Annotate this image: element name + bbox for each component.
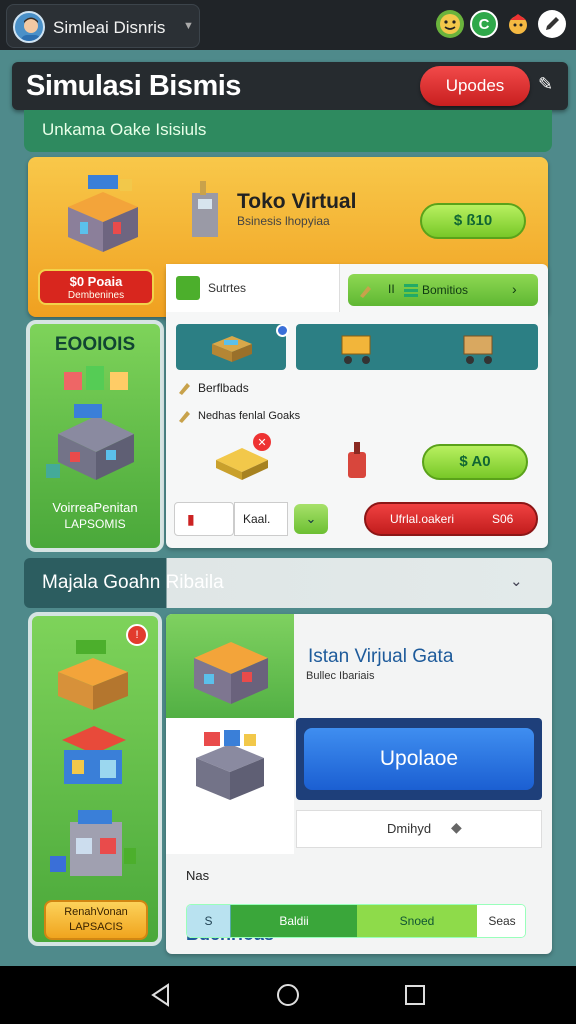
svg-text:✕: ✕ xyxy=(257,437,266,449)
sell-button-value: S06 xyxy=(492,512,514,526)
info-icon[interactable] xyxy=(276,324,289,337)
store-thumbnail[interactable]: Bdenrioas xyxy=(166,718,294,944)
recents-icon[interactable] xyxy=(398,978,432,1012)
brush-icon xyxy=(360,286,371,298)
detail-row[interactable]: Dmihyd ◆ xyxy=(296,810,542,848)
cart-icon xyxy=(463,335,493,364)
promo-badge-sub: Dembenines xyxy=(67,290,125,301)
box-icon xyxy=(212,336,252,362)
shop-building-icon xyxy=(68,175,138,252)
segment-option[interactable]: Baldii xyxy=(231,905,357,937)
segment-option[interactable]: S xyxy=(187,905,231,937)
shop-subtitle: Bsinesis lhopyiaa xyxy=(237,214,330,228)
vending-machine-icon xyxy=(192,181,218,237)
manage-stores-button[interactable]: RenahVonan LAPSACIS xyxy=(44,900,148,940)
warehouse-icon xyxy=(46,366,134,480)
item-label: Berflbads xyxy=(198,381,249,395)
list-icon xyxy=(404,284,418,297)
panel-title: EOOIOIS xyxy=(54,334,136,355)
subtitle-bar: Unkama Oake Isisiuls xyxy=(24,110,552,152)
arrow-right-icon: › xyxy=(512,281,517,297)
store-building-icon xyxy=(194,642,268,704)
inventory-panel: Sutrtes II Bomitios › Berflbads Nedhas f… xyxy=(166,264,548,548)
sell-button-label: Ufrlal.oakeri xyxy=(390,512,455,526)
product-slot[interactable] xyxy=(176,324,286,370)
promo-badge-title: $0 Poaia xyxy=(69,274,123,289)
manage-stores-label: RenahVonan xyxy=(64,906,128,918)
subtitle-text: Unkama Oake Isisiuls xyxy=(42,120,207,139)
cart-icon xyxy=(341,335,371,364)
tab-bonus-label: Bomitios xyxy=(422,283,469,297)
section-label: Nas xyxy=(186,868,210,883)
promo-badge[interactable]: $0 Poaia Dembenines xyxy=(38,269,154,305)
shop-title: Toko Virtual xyxy=(237,190,357,213)
app-header: Simulasi Bismis Upodes ✎ xyxy=(12,62,568,110)
panel-caption: VoirreaPenitan xyxy=(52,500,138,515)
brush-icon xyxy=(179,411,190,423)
fire-extinguisher-icon xyxy=(348,442,366,478)
detail-row-text: Dmihyd xyxy=(387,821,432,836)
section-title: Majala Goahn Ribaila xyxy=(42,572,224,593)
home-icon[interactable] xyxy=(271,978,305,1012)
section-header[interactable]: Majala Goahn Ribaila ⌄ xyxy=(24,558,552,608)
eraser-icon: ◆ xyxy=(451,819,462,835)
segment-option[interactable]: Snoed xyxy=(357,905,477,937)
svg-text:C: C xyxy=(479,16,490,33)
back-icon[interactable] xyxy=(144,978,178,1012)
segmented-control[interactable]: S Baldii Snoed Seas xyxy=(186,904,526,938)
flag-icon: ▮ xyxy=(187,511,195,527)
store-category-panel[interactable]: EOOIOIS VoirreaPenitan LAPSOMIS xyxy=(26,320,164,552)
tab-status[interactable]: Sutrtes xyxy=(166,264,340,312)
upgrade-frame: Upolaoe xyxy=(296,718,542,800)
warehouse-list-panel[interactable]: ! RenahVonan LAPSACIS xyxy=(28,612,162,946)
store-subtitle: Bullec Ibariais xyxy=(306,670,375,682)
brush-icon xyxy=(179,383,190,395)
panel-caption-sub: LAPSOMIS xyxy=(64,517,126,531)
market-stall-icon xyxy=(62,726,126,784)
c-badge-icon[interactable]: C xyxy=(470,10,498,38)
upgrade-button[interactable]: Upolaoe xyxy=(304,728,534,790)
chevron-down-icon: ⌄ xyxy=(510,573,523,590)
buy-price-button[interactable]: $ ß10 xyxy=(420,203,526,239)
edit-icon[interactable] xyxy=(538,10,566,38)
page-title: Simulasi Bismis xyxy=(26,70,241,102)
shop-icon xyxy=(196,730,264,800)
item-label: Nedhas fenlal Goaks xyxy=(198,410,301,422)
tab-bonus[interactable]: II Bomitios › xyxy=(348,274,538,306)
character-icon[interactable] xyxy=(504,10,532,38)
store-icon xyxy=(58,640,128,710)
sell-button[interactable]: Ufrlal.oakeri S06 xyxy=(364,502,538,536)
dropdown-button[interactable]: ⌄ xyxy=(294,504,328,534)
shop-front-icon xyxy=(50,810,136,876)
quantity-field[interactable]: ▮ xyxy=(174,502,234,536)
profile-selector[interactable]: Simleai Disnris ▼ xyxy=(6,4,200,48)
pencil-icon[interactable]: ✎ xyxy=(538,74,558,96)
segment-option[interactable]: Seas xyxy=(477,905,525,937)
tab-status-label: Sutrtes xyxy=(208,281,247,295)
chevron-down-icon: ▼ xyxy=(183,20,194,32)
note-field-value: Kaal. xyxy=(243,512,271,526)
store-title: Istan Virjual Gata xyxy=(308,646,454,667)
store-preview[interactable] xyxy=(166,614,294,718)
manage-stores-sub: LAPSACIS xyxy=(69,921,123,933)
face-icon[interactable] xyxy=(436,10,464,38)
updates-button[interactable]: Upodes xyxy=(420,66,530,106)
separator-icon: II xyxy=(388,282,395,296)
virtual-store-panel: Istan Virjual Gata Bullec Ibariais Bdenr… xyxy=(166,614,552,954)
note-field[interactable]: Kaal. xyxy=(234,502,288,536)
navigation-bar xyxy=(0,966,576,1024)
avatar xyxy=(13,11,45,43)
top-status-bar: Simleai Disnris ▼ C xyxy=(0,0,576,50)
cash-register-icon: ✕ xyxy=(216,433,271,480)
buy-price-button[interactable]: $ A0 xyxy=(422,444,528,480)
box-icon xyxy=(176,276,200,300)
profile-name: Simleai Disnris xyxy=(53,18,166,37)
cart-slot[interactable] xyxy=(296,324,538,370)
